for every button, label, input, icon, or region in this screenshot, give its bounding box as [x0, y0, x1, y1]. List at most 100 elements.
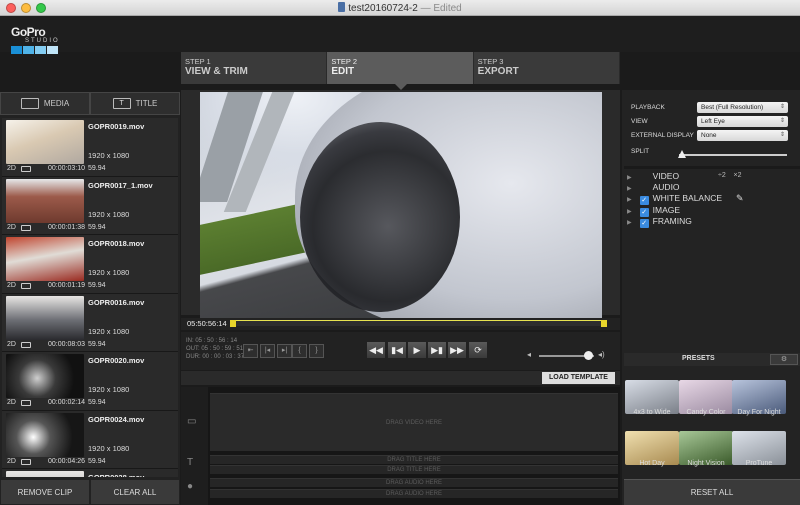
tab-media[interactable]: MEDIA: [0, 92, 90, 115]
video-track-dropzone[interactable]: DRAG VIDEO HERE: [210, 393, 618, 451]
clip-mode: 2D: [7, 165, 16, 172]
3d-glasses-icon: [21, 341, 31, 348]
clip-item[interactable]: GOPR0020.mov 1920 x 1080 2D 00:00:02:14 59.9…: [2, 352, 178, 411]
external-display-value: None: [701, 132, 717, 139]
gear-icon: ⚙: [780, 356, 788, 363]
volume-slider-knob[interactable]: [584, 351, 593, 360]
clip-mode: 2D: [7, 282, 16, 289]
disclosure-triangle-icon: ▶: [627, 197, 632, 203]
clip-item[interactable]: GOPR0016.mov 1920 x 1080 2D 00:00:08:03 59.9…: [2, 293, 178, 352]
bracket-right-icon: }: [315, 347, 318, 354]
step-back-button[interactable]: ▮◀: [387, 341, 407, 359]
logo-text: GoPro: [11, 25, 46, 39]
disclosure-triangle-icon: ▶: [627, 220, 632, 226]
film-camera-icon: [20, 98, 39, 109]
clip-resolution: 1920 x 1080: [88, 209, 130, 219]
clip-mode: 2D: [7, 340, 16, 348]
preset-label: ProTune: [745, 460, 773, 467]
out-point-marker[interactable]: [601, 320, 607, 327]
speaker-low-icon: ◂: [527, 350, 532, 359]
video-track-icon: ▭: [187, 416, 197, 427]
clip-name: GOPR0018.mov: [88, 239, 145, 248]
split-slider-knob[interactable]: [678, 150, 686, 158]
presets-title: PRESETS: [682, 355, 715, 362]
current-timecode: 05:50:56:14: [187, 319, 227, 328]
checkbox-checked[interactable]: ✓: [639, 219, 649, 228]
mark-in-button[interactable]: ⇤: [243, 344, 258, 358]
effect-framing[interactable]: ▶ ✓ FRAMING: [627, 216, 692, 228]
audio-track-dropzone[interactable]: DRAG AUDIO HERE: [210, 489, 618, 498]
go-to-out-button[interactable]: ▸|: [277, 344, 292, 358]
clip-fps: 59.94: [88, 457, 106, 465]
in-point-marker[interactable]: [230, 320, 236, 327]
disclosure-triangle-icon: ▶: [627, 175, 632, 181]
microphone-icon: ●: [187, 481, 194, 492]
effect-white-balance[interactable]: ▶ ✓ WHITE BALANCE: [627, 193, 722, 205]
clip-item[interactable]: GOPR0024.mov 1920 x 1080 2D 00:00:04:26 59.9…: [2, 410, 178, 469]
clip-item[interactable]: GOPR0019.mov 1920 x 1080 2D 00:00:03:10 59.9…: [2, 118, 178, 177]
effect-audio[interactable]: ▶ AUDIO: [627, 182, 680, 192]
clip-name: GOPR0019.mov: [88, 122, 145, 131]
step-number: STEP 2: [331, 57, 358, 66]
media-actions: REMOVE CLIP CLEAR ALL: [0, 479, 180, 505]
rewind-button[interactable]: ◀◀: [366, 341, 386, 359]
tab-media-label: MEDIA: [43, 99, 70, 108]
duration-timecode: DUR: 00 : 00 : 03 : 37: [186, 354, 245, 360]
clip-item[interactable]: GOPR0017_1.mov 1920 x 1080 2D 00:00:01:38 59…: [2, 176, 178, 235]
audio-track-dropzone[interactable]: DRAG AUDIO HERE: [210, 478, 618, 487]
go-to-in-button[interactable]: |◂: [260, 344, 275, 358]
logo-squares: [11, 46, 73, 54]
tab-edit[interactable]: STEP 2 EDIT: [327, 52, 474, 84]
title-track-dropzone[interactable]: DRAG TITLE HERE: [210, 465, 618, 474]
reset-all-button[interactable]: RESET ALL: [624, 479, 800, 505]
view-value: Left Eye: [701, 118, 725, 125]
media-tabs: MEDIA T TITLE: [0, 92, 180, 115]
checkbox-checked[interactable]: ✓: [639, 196, 649, 205]
go-to-out-icon: ▸|: [281, 347, 288, 354]
step-forward-button[interactable]: ▶▮: [427, 341, 447, 359]
playback-select[interactable]: Best (Full Resolution) ⇕: [697, 102, 788, 113]
clip-duration: 00:00:04:26: [48, 457, 85, 465]
clear-all-button[interactable]: CLEAR ALL: [90, 479, 180, 505]
fast-forward-button[interactable]: ▶▶: [447, 341, 467, 359]
remove-clip-button[interactable]: REMOVE CLIP: [0, 479, 90, 505]
clip-thumbnail: [6, 178, 84, 223]
media-panel: MEDIA T TITLE GOPR0019.mov 1920 x 1080 2D 0…: [0, 92, 180, 505]
track-icons-column: [181, 387, 208, 505]
split-right-button[interactable]: }: [309, 344, 324, 358]
clip-duration: 00:00:01:38: [48, 223, 85, 231]
clip-list[interactable]: GOPR0019.mov 1920 x 1080 2D 00:00:03:10 59.9…: [2, 118, 178, 477]
loop-button[interactable]: ⟳: [468, 341, 488, 359]
view-select[interactable]: Left Eye ⇕: [697, 116, 788, 127]
presets-settings-button[interactable]: ⚙: [770, 354, 798, 365]
split-slider[interactable]: [679, 154, 787, 156]
video-preview[interactable]: [200, 92, 602, 318]
tab-export[interactable]: STEP 3 EXPORT: [473, 52, 620, 84]
clip-thumbnail: [6, 471, 84, 477]
clip-fps: 59.94: [88, 399, 106, 406]
play-button[interactable]: ▶: [407, 341, 427, 359]
window-title: test20160724-2 — Edited: [0, 2, 800, 14]
effect-video[interactable]: ▶ VIDEO: [627, 171, 679, 181]
split-left-button[interactable]: {: [292, 344, 307, 358]
out-timecode: OUT: 05 : 50 : 59 : 51: [186, 346, 244, 352]
zoom-out-label: ÷2: [718, 172, 726, 179]
clip-item[interactable]: GOPR0018.mov 1920 x 1080 2D 00:00:01:19 59.9…: [2, 235, 178, 294]
tab-title[interactable]: T TITLE: [90, 92, 180, 115]
title-track-dropzone[interactable]: DRAG TITLE HERE: [210, 455, 618, 464]
external-display-select[interactable]: None ⇕: [697, 130, 788, 141]
view-label: VIEW: [631, 118, 648, 125]
3d-glasses-icon: [21, 458, 31, 465]
window-title-text: test20160724-2: [348, 3, 418, 14]
gopro-studio-logo: GoPro STUDIO: [11, 25, 73, 54]
clip-item[interactable]: GOPR0028.mov: [2, 469, 178, 477]
go-to-in-icon: |◂: [264, 347, 271, 354]
load-template-button[interactable]: LOAD TEMPLATE: [542, 372, 615, 384]
tab-view-trim[interactable]: STEP 1 VIEW & TRIM: [181, 52, 328, 84]
playback-value: Best (Full Resolution): [701, 104, 764, 111]
eyedropper-icon[interactable]: ✎: [736, 193, 744, 204]
panel-divider[interactable]: [624, 166, 800, 169]
scrub-track[interactable]: [233, 320, 604, 326]
tab-title-label: TITLE: [135, 99, 158, 108]
clip-fps: 59.94: [88, 282, 106, 289]
